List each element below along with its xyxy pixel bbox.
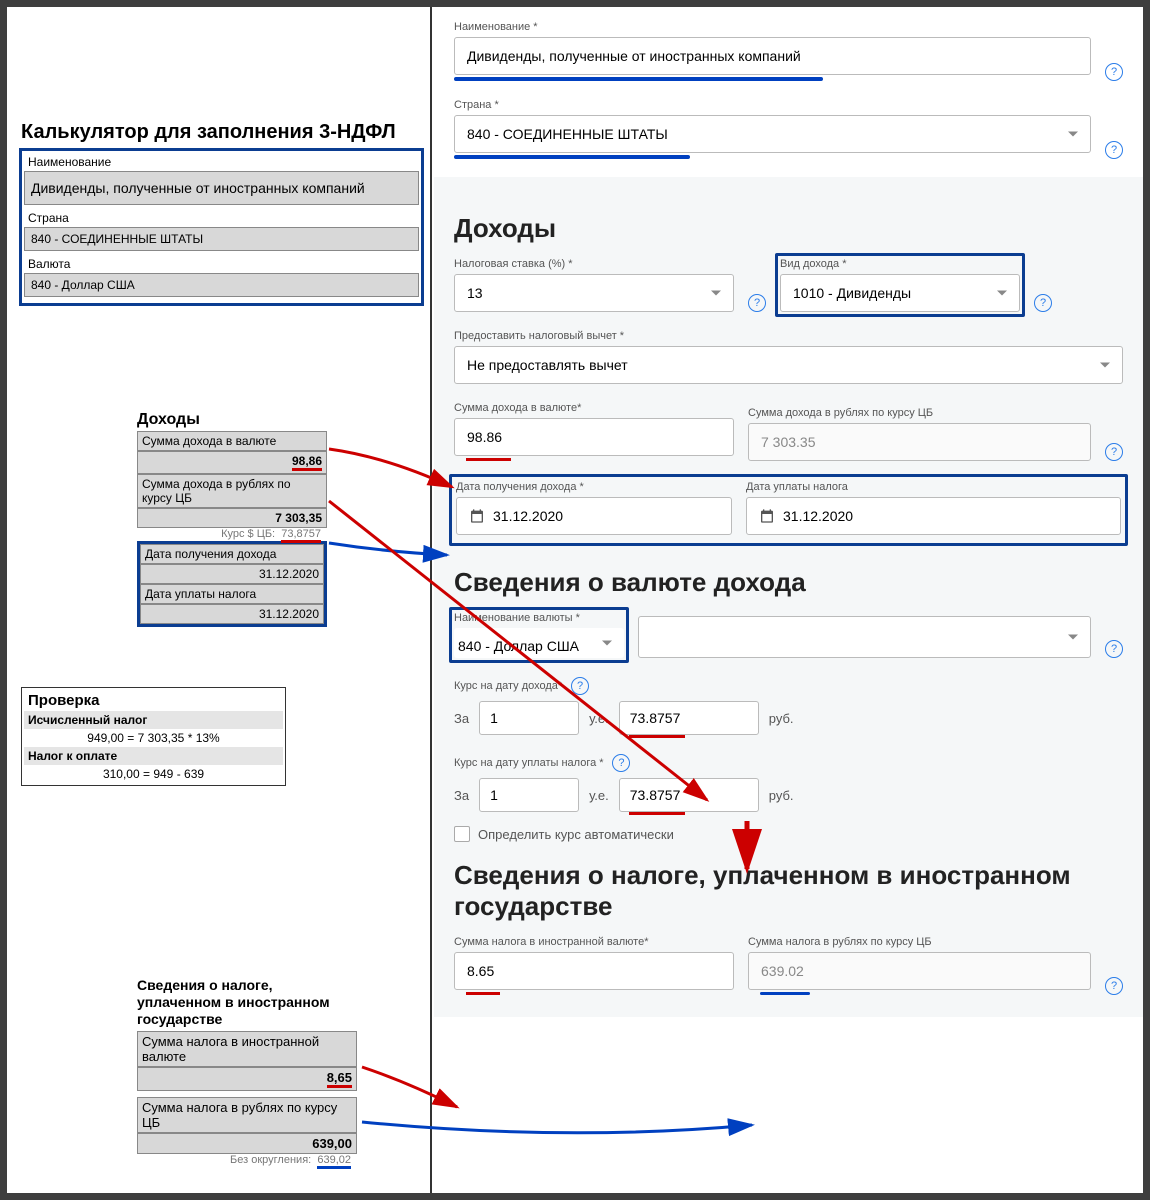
r-rate-income-label: Курс на дату дохода*: [454, 680, 562, 692]
check-title: Проверка: [24, 690, 283, 711]
r-foreign-rub-label: Сумма налога в рублях по курсу ЦБ: [748, 936, 1091, 948]
foreign-fx-value: 8,65: [327, 1070, 352, 1088]
income-fx-value: 98,86: [292, 454, 322, 471]
page-title: Калькулятор для заполнения 3-НДФЛ: [21, 121, 430, 144]
r-currency-name-label: Наименование валюты *: [454, 612, 624, 624]
currency-name-highlight: Наименование валюты * 840 - Доллар США: [449, 607, 629, 663]
help-icon[interactable]: ?: [1105, 63, 1123, 81]
date-income-label: Дата получения дохода: [140, 544, 324, 564]
no-round-label: Без округления:: [230, 1154, 311, 1166]
date-tax-label: Дата уплаты налога: [140, 584, 324, 604]
auto-rate-checkbox[interactable]: [454, 826, 470, 842]
summary-highlight-box: Наименование Дивиденды, полученные от ин…: [19, 148, 424, 306]
country-value: 840 - СОЕДИНЕННЫЕ ШТАТЫ: [24, 227, 419, 251]
help-icon[interactable]: ?: [748, 294, 766, 312]
incomes-title: Доходы: [137, 411, 327, 429]
za-text: За: [454, 711, 469, 726]
help-icon[interactable]: ?: [612, 754, 630, 772]
r-name-label: Наименование *: [454, 21, 1091, 33]
rate-label: Курс $ ЦБ:: [221, 528, 275, 540]
income-rub-value: 7 303,35: [137, 508, 327, 528]
help-icon[interactable]: ?: [1105, 977, 1123, 995]
currency-value: 840 - Доллар США: [24, 273, 419, 297]
income-type-highlight: Вид дохода * 1010 - Дивиденды: [775, 253, 1025, 317]
r-foreign-rub-input: 639.02: [748, 952, 1091, 990]
foreign-tax-summary: Сведения о налоге, уплаченном в иностран…: [137, 977, 357, 1169]
name-label: Наименование: [24, 153, 419, 171]
auto-rate-label: Определить курс автоматически: [478, 827, 674, 842]
dates-highlight-right: Дата получения дохода * 31.12.2020 Дата …: [449, 474, 1128, 546]
currency-label: Валюта: [24, 255, 419, 273]
no-round-value: 639,02: [317, 1154, 351, 1169]
rub-text: руб.: [769, 711, 794, 726]
help-icon[interactable]: ?: [1105, 443, 1123, 461]
r-currency-section-title: Сведения о валюте дохода: [454, 567, 1123, 598]
foreign-title: Сведения о налоге, уплаченном в иностран…: [137, 977, 357, 1027]
r-income-fx-input[interactable]: 98.86: [454, 418, 734, 456]
r-tax-rate-label: Налоговая ставка (%) *: [454, 258, 734, 270]
r-income-type-label: Вид дохода *: [780, 258, 1020, 270]
za-text: За: [454, 788, 469, 803]
r-country-label: Страна *: [454, 99, 1091, 111]
r-income-rub-label: Сумма дохода в рублях по курсу ЦБ: [748, 407, 1091, 419]
r-rate-tax-label: Курс на дату уплаты налога *: [454, 757, 604, 769]
calendar-icon: [759, 508, 775, 524]
rub-text: руб.: [769, 788, 794, 803]
foreign-fx-label: Сумма налога в иностранной валюте: [137, 1031, 357, 1067]
r-currency-name-inner: 840 - Доллар США: [454, 628, 624, 658]
r-foreign-fx-label: Сумма налога в иностранной валюте*: [454, 936, 734, 948]
r-foreign-section-title: Сведения о налоге, уплаченном в иностран…: [454, 860, 1123, 922]
r-income-type-select[interactable]: 1010 - Дивиденды: [780, 274, 1020, 312]
r-name-input[interactable]: Дивиденды, полученные от иностранных ком…: [454, 37, 1091, 75]
ue-text: у.е.: [589, 788, 609, 803]
help-icon[interactable]: ?: [1105, 640, 1123, 658]
r-currency-name-select[interactable]: [638, 616, 1091, 658]
help-icon[interactable]: ?: [571, 677, 589, 695]
name-value: Дивиденды, полученные от иностранных ком…: [24, 171, 419, 205]
calc-tax-label: Исчисленный налог: [24, 711, 283, 729]
r-date-income-input[interactable]: 31.12.2020: [456, 497, 732, 535]
tax-due-line: 310,00 = 949 - 639: [24, 765, 283, 783]
country-label: Страна: [24, 209, 419, 227]
calc-tax-line: 949,00 = 7 303,35 * 13%: [24, 729, 283, 747]
r-rate-income-input[interactable]: [619, 701, 759, 735]
incomes-summary: Доходы Сумма дохода в валюте 98,86 Сумма…: [137, 411, 327, 627]
date-income-value: 31.12.2020: [140, 564, 324, 584]
check-box: Проверка Исчисленный налог 949,00 = 7 30…: [21, 687, 286, 786]
foreign-rub-value: 639,00: [137, 1133, 357, 1154]
r-deduction-label: Предоставить налоговый вычет *: [454, 330, 1123, 342]
r-income-rub-input: 7 303.35: [748, 423, 1091, 461]
date-tax-value: 31.12.2020: [140, 604, 324, 624]
r-country-select[interactable]: 840 - СОЕДИНЕННЫЕ ШТАТЫ: [454, 115, 1091, 153]
foreign-rub-label: Сумма налога в рублях по курсу ЦБ: [137, 1097, 357, 1133]
dates-highlight: Дата получения дохода 31.12.2020 Дата уп…: [137, 541, 327, 627]
ue-text: у.е.: [589, 711, 609, 726]
r-tax-rate-select[interactable]: 13: [454, 274, 734, 312]
tax-due-label: Налог к оплате: [24, 747, 283, 765]
r-incomes-title: Доходы: [454, 213, 1123, 244]
r-date-tax-input[interactable]: 31.12.2020: [746, 497, 1121, 535]
help-icon[interactable]: ?: [1034, 294, 1052, 312]
income-rub-label: Сумма дохода в рублях по курсу ЦБ: [137, 474, 327, 508]
r-date-tax-label: Дата уплаты налога: [746, 481, 1121, 493]
help-icon[interactable]: ?: [1105, 141, 1123, 159]
r-rate-qty-input[interactable]: [479, 701, 579, 735]
r-income-fx-label: Сумма дохода в валюте*: [454, 402, 734, 414]
r-rate-qty-input-2[interactable]: [479, 778, 579, 812]
income-fx-label: Сумма дохода в валюте: [137, 431, 327, 451]
rate-value: 73,8757: [281, 528, 321, 543]
calendar-icon: [469, 508, 485, 524]
r-deduction-select[interactable]: Не предоставлять вычет: [454, 346, 1123, 384]
r-rate-tax-input[interactable]: [619, 778, 759, 812]
r-date-income-label: Дата получения дохода *: [456, 481, 732, 493]
r-foreign-fx-input[interactable]: 8.65: [454, 952, 734, 990]
